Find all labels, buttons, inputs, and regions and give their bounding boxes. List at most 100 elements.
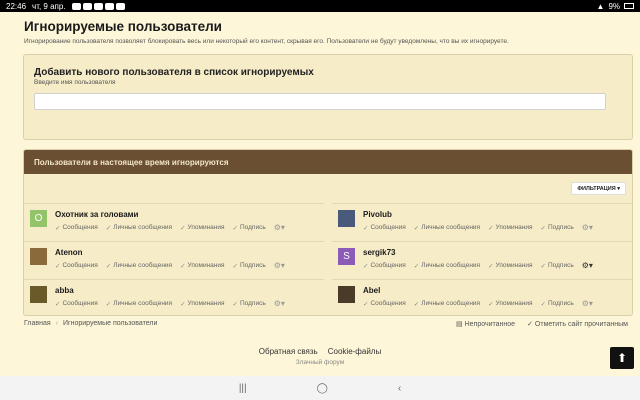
check-icon: ✓ xyxy=(105,300,112,308)
ignore-option-checkbox[interactable]: ✓ Упоминания xyxy=(180,224,224,232)
notification-icon xyxy=(71,2,81,10)
check-icon: ✓ xyxy=(55,262,61,270)
ignore-option-checkbox[interactable]: ✓ Упоминания xyxy=(488,300,532,308)
check-icon: ✓ xyxy=(232,300,238,308)
username-input[interactable] xyxy=(34,93,606,110)
ignore-option-checkbox[interactable]: ✓ Сообщения xyxy=(55,300,98,308)
check-icon: ✓ xyxy=(232,262,238,270)
avatar[interactable]: О xyxy=(30,210,47,227)
ignore-option-checkbox[interactable]: ✓ Личные сообщения xyxy=(106,262,172,270)
ignore-option-checkbox[interactable]: ✓ Упоминания xyxy=(180,300,224,308)
check-icon: ✓ xyxy=(488,224,494,232)
ignore-option-checkbox[interactable]: ✓ Подпись xyxy=(541,262,574,270)
filter-button[interactable]: ФИЛЬТРАЦИЯ ▾ xyxy=(571,182,626,195)
unread-link[interactable]: ▤ Непрочитанное xyxy=(455,320,516,329)
ignore-option-checkbox[interactable]: ✓ Сообщения xyxy=(363,300,406,308)
status-time: 22:46 xyxy=(6,1,27,11)
username-link[interactable]: Охотник за головами xyxy=(55,210,138,219)
avatar[interactable] xyxy=(30,286,47,303)
check-icon: ✓ xyxy=(363,300,369,308)
gear-icon[interactable]: ⚙▾ xyxy=(274,261,285,270)
ignore-option-checkbox[interactable]: ✓ Упоминания xyxy=(180,262,224,270)
avatar[interactable] xyxy=(338,210,355,227)
scroll-up-button[interactable]: ⬆ xyxy=(610,347,634,369)
ignore-option-checkbox[interactable]: ✓ Сообщения xyxy=(55,224,98,232)
username-link[interactable]: Pivolub xyxy=(363,210,392,219)
ignore-options: ✓ Сообщения ✓ Личные сообщения ✓ Упоминания ✓ П… xyxy=(55,223,285,232)
ignore-option-label: Упоминания xyxy=(495,224,533,231)
recents-icon[interactable]: ||| xyxy=(239,383,247,394)
check-icon: ✓ xyxy=(527,321,533,328)
gear-icon[interactable]: ⚙▾ xyxy=(274,299,285,308)
signal-icon: ▲ xyxy=(596,1,605,11)
check-icon: ✓ xyxy=(55,224,61,232)
battery-icon xyxy=(624,3,634,9)
username-link[interactable]: sergik73 xyxy=(363,248,395,257)
ignore-option-checkbox[interactable]: ✓ Личные сообщения xyxy=(106,224,172,232)
ignored-user-item: abba ✓ Сообщения ✓ Личные сообщения ✓ Упоминан… xyxy=(24,279,324,315)
gear-icon[interactable]: ⚙▾ xyxy=(582,261,593,270)
check-icon: ✓ xyxy=(413,262,420,270)
username-link[interactable]: Atenon xyxy=(55,248,83,257)
gear-icon[interactable]: ⚙▾ xyxy=(582,299,593,308)
ignore-option-label: Личные сообщения xyxy=(421,224,481,231)
check-icon: ✓ xyxy=(363,224,369,232)
ignore-option-label: Подпись xyxy=(240,300,266,307)
home-icon[interactable]: ◯ xyxy=(317,383,328,394)
ignore-option-checkbox[interactable]: ✓ Личные сообщения xyxy=(414,300,480,308)
ignore-option-label: Подпись xyxy=(548,262,574,269)
ignore-option-label: Упоминания xyxy=(495,300,533,307)
ignore-options: ✓ Сообщения ✓ Личные сообщения ✓ Упоминания ✓ П… xyxy=(55,299,285,308)
ignore-option-checkbox[interactable]: ✓ Подпись xyxy=(541,300,574,308)
ignore-option-label: Упоминания xyxy=(187,224,225,231)
ignore-option-checkbox[interactable]: ✓ Личные сообщения xyxy=(414,224,480,232)
arrow-up-icon: ⬆ xyxy=(616,351,628,365)
ignore-option-checkbox[interactable]: ✓ Сообщения xyxy=(363,224,406,232)
ignore-option-checkbox[interactable]: ✓ Личные сообщения xyxy=(106,300,172,308)
ignore-option-checkbox[interactable]: ✓ Подпись xyxy=(233,262,266,270)
ignore-options: ✓ Сообщения ✓ Личные сообщения ✓ Упоминания ✓ П… xyxy=(55,261,285,270)
avatar[interactable] xyxy=(338,286,355,303)
gear-icon[interactable]: ⚙▾ xyxy=(582,223,593,232)
breadcrumb-current[interactable]: Игнорируемые пользователи xyxy=(63,320,157,327)
ignore-option-checkbox[interactable]: ✓ Упоминания xyxy=(488,224,532,232)
ignore-options: ✓ Сообщения ✓ Личные сообщения ✓ Упоминания ✓ П… xyxy=(363,223,593,232)
unread-label: Непрочитанное xyxy=(464,320,516,328)
notification-icon xyxy=(93,2,103,10)
ignore-option-checkbox[interactable]: ✓ Подпись xyxy=(233,224,266,232)
check-icon: ✓ xyxy=(413,224,420,232)
ignored-user-item: О Охотник за головами ✓ Сообщения ✓ Личные со… xyxy=(24,203,324,241)
ignore-option-checkbox[interactable]: ✓ Подпись xyxy=(541,224,574,232)
ignore-option-label: Личные сообщения xyxy=(421,262,481,269)
avatar[interactable]: S xyxy=(338,248,355,265)
chevron-right-icon: › xyxy=(55,320,58,327)
avatar[interactable] xyxy=(30,248,47,265)
feedback-link[interactable]: Обратная связь xyxy=(259,347,318,356)
ignore-option-checkbox[interactable]: ✓ Упоминания xyxy=(488,262,532,270)
back-icon[interactable]: ‹ xyxy=(398,383,401,394)
ignore-option-checkbox[interactable]: ✓ Сообщения xyxy=(55,262,98,270)
username-link[interactable]: Abel xyxy=(363,286,380,295)
check-icon: ✓ xyxy=(180,224,186,232)
page: Игнорируемые пользователи Игнорирование … xyxy=(16,12,633,340)
ignored-user-item: Ssergik73 ✓ Сообщения ✓ Личные сообщения ✓ Упо… xyxy=(332,241,632,279)
ignore-options: ✓ Сообщения ✓ Личные сообщения ✓ Упоминания ✓ П… xyxy=(363,261,593,270)
breadcrumb-home[interactable]: Главная xyxy=(24,320,51,327)
ignore-option-label: Подпись xyxy=(240,262,266,269)
ignore-option-checkbox[interactable]: ✓ Сообщения xyxy=(363,262,406,270)
ignore-option-label: Сообщения xyxy=(370,300,406,307)
ignore-option-checkbox[interactable]: ✓ Личные сообщения xyxy=(414,262,480,270)
list-icon: ▤ xyxy=(455,321,463,328)
check-icon: ✓ xyxy=(488,262,494,270)
footer: Обратная связь Cookie-файлы Злачный фору… xyxy=(0,340,640,376)
mark-read-link[interactable]: ✓ Отметить сайт прочитанным xyxy=(527,320,628,329)
gear-icon[interactable]: ⚙▾ xyxy=(274,223,285,232)
page-title: Игнорируемые пользователи xyxy=(24,19,222,34)
check-icon: ✓ xyxy=(488,300,494,308)
username-link[interactable]: abba xyxy=(55,286,74,295)
ignore-option-checkbox[interactable]: ✓ Подпись xyxy=(233,300,266,308)
cookies-link[interactable]: Cookie-файлы xyxy=(328,347,381,356)
ignored-user-item: Atenon ✓ Сообщения ✓ Личные сообщения ✓ Упомин… xyxy=(24,241,324,279)
ignore-options: ✓ Сообщения ✓ Личные сообщения ✓ Упоминания ✓ П… xyxy=(363,299,593,308)
filter-row: ФИЛЬТРАЦИЯ ▾ xyxy=(24,174,632,203)
